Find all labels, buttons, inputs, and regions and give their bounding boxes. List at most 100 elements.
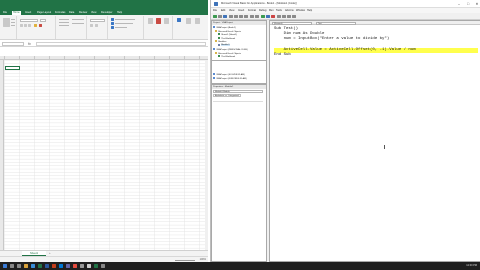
name-box[interactable] — [2, 42, 24, 46]
run-icon[interactable] — [261, 14, 265, 18]
underline-icon[interactable] — [28, 24, 31, 27]
project-explorer-lower: VBAProject (SOLVER.XLAM) VBAProject (FUN… — [211, 60, 267, 84]
align-middle-icon[interactable] — [59, 22, 69, 24]
chrome-taskbar-icon[interactable] — [73, 264, 77, 268]
conditional-formatting-icon[interactable] — [111, 18, 114, 21]
system-clock[interactable]: 12:00 PM — [466, 262, 477, 270]
start-icon[interactable] — [3, 264, 7, 268]
maximize-icon[interactable]: □ — [464, 0, 472, 8]
properties-object-select[interactable]: Module1 Module — [213, 90, 263, 93]
cell-styles-label[interactable] — [115, 27, 127, 29]
cut-icon[interactable] — [11, 19, 15, 21]
undo-icon[interactable] — [250, 14, 254, 18]
format-as-table-icon[interactable] — [111, 22, 114, 25]
currency-icon[interactable] — [90, 24, 93, 27]
vba-taskbar-icon[interactable] — [94, 264, 98, 268]
procedure-combo[interactable]: Test — [316, 21, 356, 25]
vba-toolbar — [211, 13, 480, 20]
zoom-slider[interactable] — [175, 259, 195, 261]
search-icon[interactable] — [10, 264, 14, 268]
format-cells-icon[interactable] — [164, 18, 169, 24]
copy-icon[interactable] — [234, 14, 238, 18]
font-name-select[interactable] — [20, 19, 38, 22]
cell-styles-icon[interactable] — [111, 26, 114, 29]
properties-window-icon[interactable] — [287, 14, 291, 18]
percent-icon[interactable] — [95, 24, 98, 27]
tab-categorized[interactable]: Categorized — [226, 94, 241, 97]
merge-center-icon[interactable] — [72, 23, 84, 25]
formula-bar: fx — [0, 41, 208, 47]
break-icon[interactable] — [266, 14, 270, 18]
find-icon[interactable] — [244, 14, 248, 18]
paste-icon[interactable] — [239, 14, 243, 18]
vertical-scrollbar[interactable] — [205, 60, 208, 250]
code-window-header: (General) Test — [270, 21, 480, 25]
clipboard-group — [1, 16, 17, 39]
save-icon[interactable] — [223, 14, 227, 18]
file-explorer-icon[interactable] — [24, 264, 28, 268]
paste-icon[interactable] — [3, 18, 10, 27]
italic-icon[interactable] — [24, 24, 27, 27]
vba-app-icon — [214, 2, 218, 6]
properties-window: Properties - Module1 Module1 Module Alph… — [211, 84, 267, 262]
code-window: (General) Test Sub Test() Dim num As Dou… — [269, 20, 480, 262]
word-taskbar-icon[interactable] — [45, 264, 49, 268]
fill-color-icon[interactable] — [34, 24, 37, 27]
formula-input[interactable] — [36, 42, 206, 46]
tree-item-module1[interactable]: Module1 — [218, 43, 230, 48]
task-view-icon[interactable] — [17, 264, 21, 268]
excel-view-icon[interactable] — [213, 14, 217, 18]
fx-icon[interactable]: fx — [28, 41, 31, 47]
align-bottom-icon[interactable] — [59, 25, 69, 27]
design-mode-icon[interactable] — [277, 14, 281, 18]
excel-ribbon — [0, 15, 208, 40]
code-line[interactable]: End Sub — [274, 53, 478, 58]
minimize-icon[interactable]: – — [455, 0, 463, 8]
format-as-table-label[interactable] — [115, 23, 133, 25]
reset-icon[interactable] — [271, 14, 275, 18]
number-format-select[interactable] — [90, 19, 105, 22]
vba-editor-window: Microsoft Visual Basic for Applications … — [210, 0, 480, 262]
excel-window: File Home Insert Page Layout Formulas Da… — [0, 0, 208, 262]
properties-grid[interactable] — [213, 98, 263, 102]
find-select-icon[interactable] — [195, 18, 200, 24]
project-pane-title: Project - VBAProject — [212, 21, 266, 25]
active-cell[interactable] — [5, 66, 20, 70]
cut-icon[interactable] — [229, 14, 233, 18]
app-taskbar-icon[interactable] — [101, 264, 105, 268]
cell-grid[interactable] — [4, 60, 206, 250]
teams-taskbar-icon[interactable] — [66, 264, 70, 268]
autosum-icon[interactable] — [177, 18, 181, 22]
delete-cells-icon[interactable] — [156, 18, 161, 24]
excel-title-bar — [0, 0, 208, 10]
font-group — [18, 16, 56, 39]
project-explorer-icon[interactable] — [282, 14, 286, 18]
powerpoint-taskbar-icon[interactable] — [52, 264, 56, 268]
object-combo[interactable]: (General) — [272, 21, 312, 25]
sort-filter-icon[interactable] — [186, 18, 191, 24]
redo-icon[interactable] — [255, 14, 259, 18]
excel-taskbar-icon[interactable] — [38, 264, 42, 268]
wrap-text-icon[interactable] — [72, 19, 84, 21]
conditional-formatting-label[interactable] — [115, 19, 135, 21]
edge-icon[interactable] — [31, 264, 35, 268]
format-painter-icon[interactable] — [11, 25, 15, 27]
vba-title-bar: Microsoft Visual Basic for Applications … — [211, 0, 480, 8]
font-size-select[interactable] — [40, 19, 46, 22]
outlook-taskbar-icon[interactable] — [59, 264, 63, 268]
object-browser-icon[interactable] — [292, 14, 296, 18]
font-color-icon[interactable] — [39, 24, 42, 27]
close-icon[interactable]: ✕ — [473, 0, 480, 8]
align-top-icon[interactable] — [59, 19, 69, 21]
vba-window-title: Microsoft Visual Basic for Applications … — [221, 2, 297, 5]
app-taskbar-icon[interactable] — [87, 264, 91, 268]
bold-icon[interactable] — [20, 24, 23, 27]
copy-icon[interactable] — [11, 22, 15, 24]
tree-item-thisworkbook-2[interactable]: ThisWorkbook — [218, 55, 235, 59]
insert-cells-icon[interactable] — [148, 18, 153, 24]
code-editor[interactable]: Sub Test() Dim num As Double num = Input… — [274, 27, 478, 58]
tree-item-funcres[interactable]: VBAProject (FUNCRES.XLAM) — [213, 77, 247, 81]
app-taskbar-icon[interactable] — [80, 264, 84, 268]
tab-alphabetic[interactable]: Alphabetic — [213, 94, 227, 97]
insert-module-icon[interactable] — [218, 14, 222, 18]
